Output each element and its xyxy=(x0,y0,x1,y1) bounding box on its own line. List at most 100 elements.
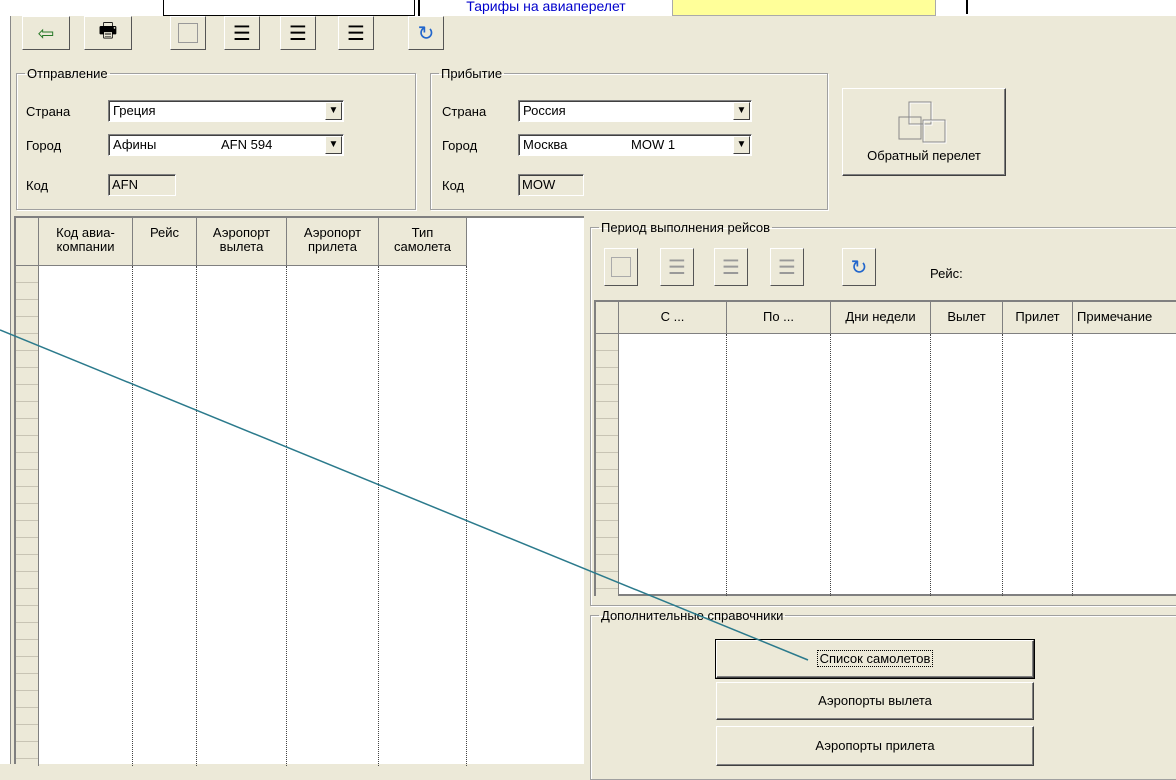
departure-airports-label: Аэропорты вылета xyxy=(818,693,932,708)
period-grid[interactable]: С ... По ... Дни недели Вылет Прилет При… xyxy=(594,300,1176,596)
col-airline-code[interactable]: Код авиа- компании xyxy=(39,218,133,266)
return-flight-button[interactable]: Обратный перелет xyxy=(842,88,1006,176)
grid-column-line xyxy=(196,266,197,766)
left-edge-panel xyxy=(0,16,11,764)
departure-country-label: Страна xyxy=(26,104,71,119)
col-note-label: Примечание xyxy=(1077,309,1153,324)
references-legend: Дополнительные справочники xyxy=(601,608,784,623)
arrival-code-label: Код xyxy=(442,178,465,193)
grid-column-line xyxy=(1072,334,1073,596)
printer-icon: 🖶 xyxy=(98,20,118,42)
arrival-country-select[interactable]: Россия ▼ xyxy=(518,100,752,122)
departure-city-select[interactable]: Афины AFN 594 ▼ xyxy=(108,134,344,156)
arrival-country-value: Россия xyxy=(523,103,566,118)
flights-grid[interactable]: Код авиа- компании Рейс Аэропорт вылета … xyxy=(14,216,584,766)
exit-icon: ⇦ xyxy=(37,22,55,45)
col-arrival-airport-line1: Аэропорт xyxy=(303,225,362,240)
aircraft-list-label: Список самолетов xyxy=(816,650,934,667)
grid-column-line xyxy=(830,334,831,596)
arrival-city-code: MOW 1 xyxy=(631,137,676,152)
period-legend: Период выполнения рейсов xyxy=(601,220,771,235)
aircraft-list-button[interactable]: Список самолетов xyxy=(715,639,1035,679)
col-to[interactable]: По ... xyxy=(727,302,831,334)
blank-icon xyxy=(178,23,198,43)
refresh-icon: ↻ xyxy=(850,256,868,279)
blank-button[interactable] xyxy=(170,16,206,50)
col-aircraft-type[interactable]: Тип самолета xyxy=(379,218,467,266)
chevron-down-icon[interactable]: ▼ xyxy=(733,102,750,120)
col-departure-airport[interactable]: Аэропорт вылета xyxy=(197,218,287,266)
period-refresh-button[interactable]: ↻ xyxy=(842,248,876,286)
arrival-airports-button[interactable]: Аэропорты прилета xyxy=(716,726,1034,766)
departure-code-label: Код xyxy=(26,178,49,193)
arrival-code-field[interactable]: MOW xyxy=(518,174,584,196)
col-departure-airport-line1: Аэропорт xyxy=(212,225,271,240)
refresh-button[interactable]: ↻ xyxy=(408,16,444,50)
arrival-city-label: Город xyxy=(442,138,478,153)
flights-grid-indicator xyxy=(16,218,39,766)
col-departure-time-label: Вылет xyxy=(947,309,986,324)
tab-highlighted[interactable] xyxy=(672,0,936,16)
period-grid-indicator xyxy=(596,302,619,596)
col-departure-time[interactable]: Вылет xyxy=(931,302,1003,334)
grid-column-line xyxy=(286,266,287,766)
grid-column-line xyxy=(466,266,467,766)
period-flight-label: Рейс: xyxy=(930,266,963,281)
print-button[interactable]: 🖶 xyxy=(84,16,132,50)
col-from-label: С ... xyxy=(660,309,685,324)
col-arrival-airport[interactable]: Аэропорт прилета xyxy=(287,218,379,266)
col-from[interactable]: С ... xyxy=(619,302,727,334)
col-airline-code-line1: Код авиа- xyxy=(56,225,115,240)
col-arrival-time[interactable]: Прилет xyxy=(1003,302,1073,334)
period-blank-button[interactable] xyxy=(604,248,638,286)
departure-city-label: Город xyxy=(26,138,62,153)
insert-record-button[interactable]: ☰ xyxy=(224,16,260,50)
insert-rows-icon: ☰ xyxy=(233,22,251,45)
return-flight-label: Обратный перелет xyxy=(867,148,981,163)
delete-rows-icon: ☰ xyxy=(347,22,365,45)
departure-code-field[interactable]: AFN xyxy=(108,174,176,196)
arrival-legend: Прибытие xyxy=(441,66,503,81)
copy-record-button[interactable]: ☰ xyxy=(280,16,316,50)
col-flight[interactable]: Рейс xyxy=(133,218,197,266)
col-note[interactable]: Примечание xyxy=(1073,302,1176,334)
departure-legend: Отправление xyxy=(27,66,108,81)
chevron-down-icon[interactable]: ▼ xyxy=(733,136,750,154)
delete-rows-icon: ☰ xyxy=(778,256,796,279)
tab-previous[interactable] xyxy=(163,0,415,16)
period-copy-button[interactable]: ☰ xyxy=(714,248,748,286)
refresh-icon: ↻ xyxy=(417,22,435,45)
grid-column-line xyxy=(1002,334,1003,596)
grid-column-line xyxy=(132,266,133,766)
departure-airports-button[interactable]: Аэропорты вылета xyxy=(716,682,1034,720)
col-aircraft-type-line1: Тип xyxy=(411,225,434,240)
arrival-city-select[interactable]: Москва MOW 1 ▼ xyxy=(518,134,752,156)
col-to-label: По ... xyxy=(762,309,795,324)
departure-city-value: Афины xyxy=(113,137,157,152)
exit-button[interactable]: ⇦ xyxy=(22,16,70,50)
grid-column-line xyxy=(930,334,931,596)
departure-country-value: Греция xyxy=(113,103,156,118)
delete-record-button[interactable]: ☰ xyxy=(338,16,374,50)
copy-rows-icon: ☰ xyxy=(289,22,307,45)
col-departure-airport-line2: вылета xyxy=(219,239,264,254)
grid-column-line xyxy=(378,266,379,766)
col-airline-code-line2: компании xyxy=(56,239,115,254)
col-weekdays-label: Дни недели xyxy=(845,309,916,324)
tab-airfares[interactable]: Тарифы на авиаперелет xyxy=(418,0,674,16)
departure-country-select[interactable]: Греция ▼ xyxy=(108,100,344,122)
chevron-down-icon[interactable]: ▼ xyxy=(325,136,342,154)
period-delete-button[interactable]: ☰ xyxy=(770,248,804,286)
arrival-city-value: Москва xyxy=(523,137,568,152)
tab-next[interactable] xyxy=(936,0,968,14)
col-weekdays[interactable]: Дни недели xyxy=(831,302,931,334)
copy-rows-icon: ☰ xyxy=(722,256,740,279)
window-tab-strip: Тарифы на авиаперелет xyxy=(0,0,1176,16)
chevron-down-icon[interactable]: ▼ xyxy=(325,102,342,120)
blank-icon xyxy=(611,257,631,277)
col-arrival-airport-line2: прилета xyxy=(308,239,357,254)
period-insert-button[interactable]: ☰ xyxy=(660,248,694,286)
col-arrival-time-label: Прилет xyxy=(1015,309,1060,324)
col-aircraft-type-line2: самолета xyxy=(393,239,452,254)
col-flight-label: Рейс xyxy=(149,225,180,240)
